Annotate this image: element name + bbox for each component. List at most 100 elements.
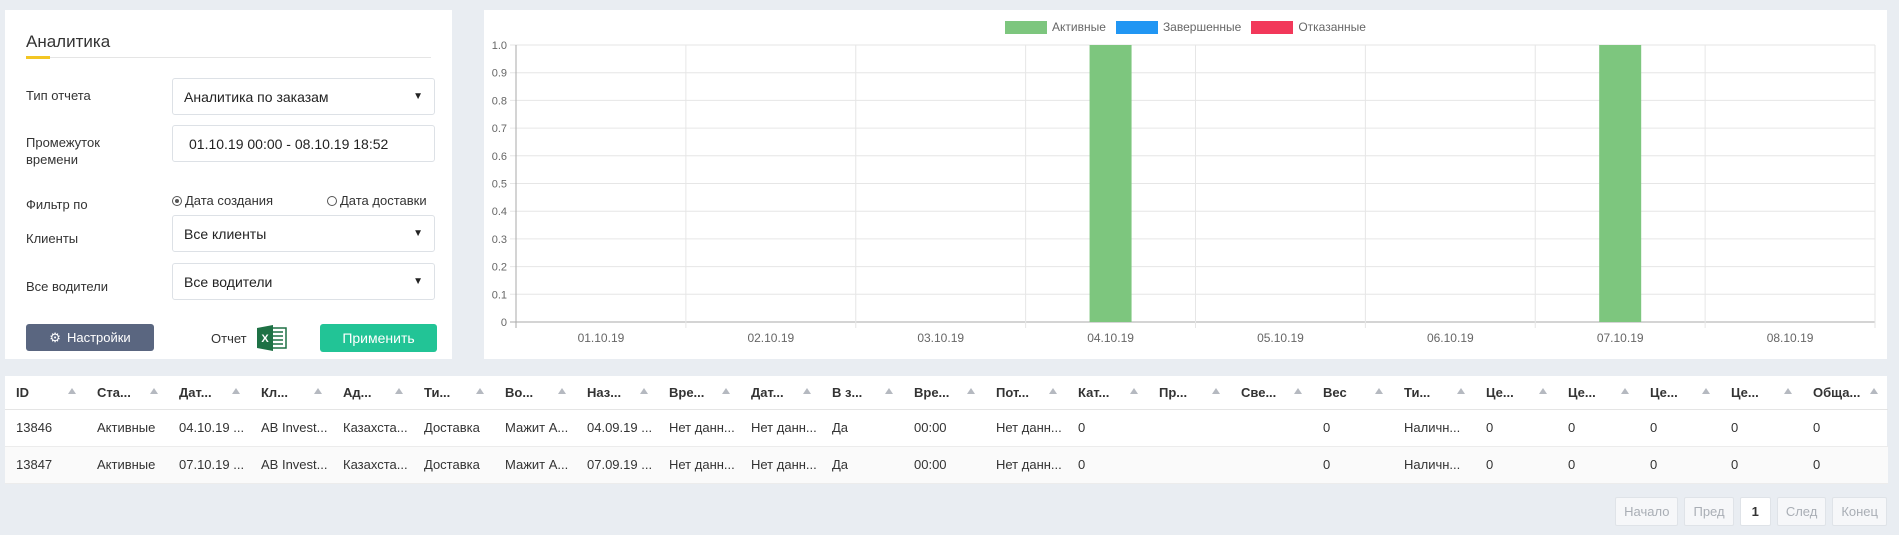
table-cell: Нет данн... — [740, 409, 821, 447]
table-row[interactable]: 13846 Активные 04.10.19 ... AB Invest... Каз… — [5, 409, 1888, 447]
sort-arrow-icon[interactable] — [395, 388, 403, 394]
sort-arrow-icon[interactable] — [1457, 388, 1465, 394]
column-header[interactable]: Обща... — [1802, 376, 1888, 410]
radio-created-label: Дата создания — [185, 193, 274, 208]
legend-rejected[interactable]: Отказанные — [1251, 20, 1366, 34]
table-cell: Доставка — [413, 446, 494, 484]
column-header-label: Кл... — [261, 384, 289, 400]
column-header-label: Во... — [505, 384, 534, 400]
sort-arrow-icon[interactable] — [803, 388, 811, 394]
table-cell: 0 — [1720, 446, 1802, 484]
column-header-label: Це... — [1650, 384, 1678, 400]
sort-arrow-icon[interactable] — [1049, 388, 1057, 394]
sort-arrow-icon[interactable] — [1784, 388, 1792, 394]
column-header-label: Дат... — [751, 384, 784, 400]
clients-select[interactable]: Все клиенты ▼ — [172, 215, 435, 252]
page-next-button[interactable]: След — [1776, 497, 1827, 526]
time-range-label: Промежуток времени — [26, 135, 100, 167]
column-header[interactable]: Пр... — [1148, 376, 1230, 410]
column-header[interactable]: Дат... — [168, 376, 250, 410]
x-tick-label: 04.10.19 — [1087, 331, 1134, 345]
column-header-label: В з... — [832, 384, 863, 400]
legend-swatch-rejected — [1251, 20, 1294, 34]
table-cell: 00:00 — [903, 446, 985, 484]
column-header[interactable]: Це... — [1475, 376, 1557, 410]
column-header[interactable]: ID — [5, 376, 86, 410]
sort-arrow-icon[interactable] — [640, 388, 648, 394]
sort-arrow-icon[interactable] — [150, 388, 158, 394]
column-header[interactable]: Це... — [1639, 376, 1720, 410]
legend-completed[interactable]: Завершенные — [1115, 20, 1241, 34]
sort-arrow-icon[interactable] — [1212, 388, 1220, 394]
y-tick-label: 0.6 — [492, 151, 507, 163]
time-range-input[interactable]: 01.10.19 00:00 - 08.10.19 18:52 — [172, 125, 435, 162]
table-cell: 0 — [1639, 446, 1720, 484]
drivers-value: Все водители — [184, 273, 273, 290]
column-header[interactable]: Све... — [1230, 376, 1312, 410]
column-header[interactable]: Пот... — [985, 376, 1067, 410]
sort-arrow-icon[interactable] — [1870, 388, 1878, 394]
x-tick-label: 08.10.19 — [1767, 331, 1814, 345]
legend-active[interactable]: Активные — [1005, 20, 1106, 34]
sort-arrow-icon[interactable] — [558, 388, 566, 394]
table-row[interactable]: 13847 Активные 07.10.19 ... AB Invest... Каз… — [5, 446, 1888, 484]
column-header[interactable]: Во... — [494, 376, 576, 410]
y-tick-label: 0.9 — [492, 68, 507, 80]
table-cell — [1230, 409, 1312, 447]
bar-07.10.19[interactable] — [1599, 45, 1642, 322]
table-cell: Нет данн... — [985, 446, 1067, 484]
column-header[interactable]: Вес — [1312, 376, 1393, 410]
sort-arrow-icon[interactable] — [232, 388, 240, 394]
column-header[interactable]: Наз... — [576, 376, 658, 410]
sort-arrow-icon[interactable] — [476, 388, 484, 394]
page-prev-button[interactable]: Пред — [1684, 497, 1734, 526]
column-header[interactable]: Ти... — [413, 376, 494, 410]
table-cell — [1230, 446, 1312, 484]
radio-created-date[interactable]: Дата создания — [172, 193, 273, 208]
sort-arrow-icon[interactable] — [885, 388, 893, 394]
column-header[interactable]: Вре... — [658, 376, 740, 410]
chart-panel: Активные Завершенные Отказанные 0 0.1 0.2 0… — [484, 10, 1887, 359]
column-header[interactable]: Це... — [1557, 376, 1639, 410]
column-header[interactable]: Це... — [1720, 376, 1802, 410]
excel-icon[interactable]: X — [256, 325, 288, 351]
sort-arrow-icon[interactable] — [1621, 388, 1629, 394]
page-last-button[interactable]: Конец — [1832, 497, 1887, 526]
column-header[interactable]: Дат... — [740, 376, 821, 410]
column-header[interactable]: Ти... — [1393, 376, 1475, 410]
sort-arrow-icon[interactable] — [967, 388, 975, 394]
radio-delivery-date[interactable]: Дата доставки — [327, 193, 427, 208]
column-header[interactable]: Ад... — [332, 376, 413, 410]
sort-arrow-icon[interactable] — [1294, 388, 1302, 394]
apply-button[interactable]: Применить — [320, 324, 437, 352]
sort-arrow-icon[interactable] — [68, 388, 76, 394]
sort-arrow-icon[interactable] — [1130, 388, 1138, 394]
table-cell: 0 — [1475, 446, 1557, 484]
radio-delivery-label: Дата доставки — [340, 193, 427, 208]
sort-arrow-icon[interactable] — [722, 388, 730, 394]
bar-04.10.19[interactable] — [1089, 45, 1132, 322]
table-cell: Да — [821, 409, 903, 447]
sort-arrow-icon[interactable] — [1375, 388, 1383, 394]
page-first-button[interactable]: Начало — [1615, 497, 1679, 526]
settings-button[interactable]: ⚙ Настройки — [26, 324, 154, 351]
column-header[interactable]: Кл... — [250, 376, 332, 410]
filter-label: Фильтр по — [26, 197, 88, 212]
column-header-label: Вре... — [669, 384, 705, 400]
column-header[interactable]: Вре... — [903, 376, 985, 410]
x-tick-label: 07.10.19 — [1597, 331, 1644, 345]
drivers-select[interactable]: Все водители ▼ — [172, 263, 435, 300]
page-current-button[interactable]: 1 — [1739, 497, 1771, 526]
y-tick-label: 0.2 — [492, 262, 507, 274]
sort-arrow-icon[interactable] — [1539, 388, 1547, 394]
column-header[interactable]: В з... — [821, 376, 903, 410]
column-header[interactable]: Кат... — [1067, 376, 1148, 410]
column-header-label: Наз... — [587, 384, 622, 400]
table-cell: AB Invest... — [250, 446, 332, 484]
column-header[interactable]: Ста... — [86, 376, 168, 410]
column-header-label: Пр... — [1159, 384, 1188, 400]
column-header-label: Ти... — [1404, 384, 1431, 400]
sort-arrow-icon[interactable] — [314, 388, 322, 394]
sort-arrow-icon[interactable] — [1702, 388, 1710, 394]
report-type-select[interactable]: Аналитика по заказам ▼ — [172, 78, 435, 115]
